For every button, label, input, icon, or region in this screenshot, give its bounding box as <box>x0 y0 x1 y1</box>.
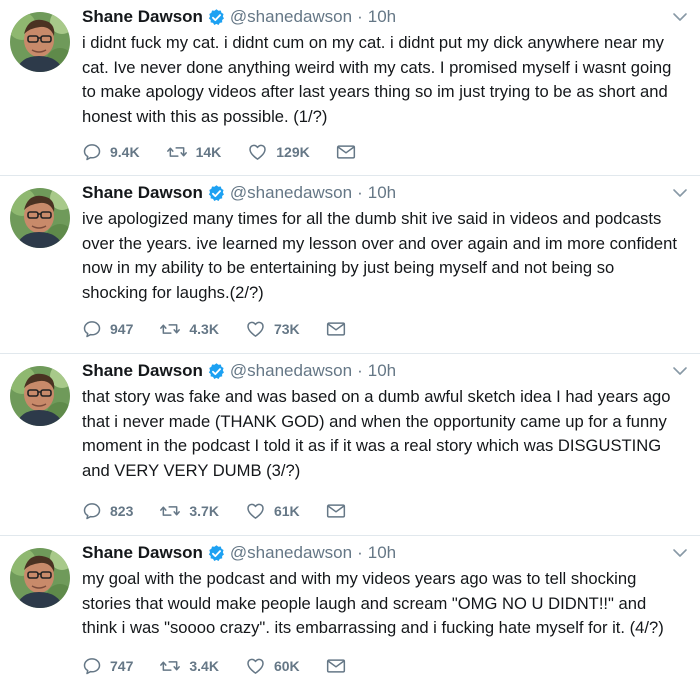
chevron-down-icon[interactable] <box>672 364 688 376</box>
header-separator: · <box>357 7 363 26</box>
retweet-icon <box>160 324 181 334</box>
tweet-text: that story was fake and was based on a d… <box>82 387 671 480</box>
user-handle[interactable]: @shanedawson <box>230 4 352 30</box>
display-name[interactable]: Shane Dawson <box>82 358 203 384</box>
reply-icon <box>83 321 101 338</box>
user-handle[interactable]: @shanedawson <box>230 180 352 206</box>
display-name[interactable]: Shane Dawson <box>82 4 203 30</box>
verified-badge-icon <box>207 8 226 27</box>
display-name[interactable]: Shane Dawson <box>82 540 203 566</box>
direct-message-button[interactable] <box>336 143 364 161</box>
reply-icon <box>83 503 101 520</box>
retweet-icon <box>160 506 181 516</box>
avatar-image <box>10 366 70 426</box>
tweet[interactable]: Shane Dawson @shanedawson · 10h ive apol… <box>0 176 700 354</box>
heart-icon <box>247 321 264 337</box>
verified-badge-icon <box>207 362 226 381</box>
header-separator: · <box>357 361 363 380</box>
user-handle[interactable]: @shanedawson <box>230 540 352 566</box>
avatar[interactable] <box>10 548 70 608</box>
tweet-feed: Shane Dawson @shanedawson · 10h i didnt … <box>0 0 700 683</box>
chevron-down-icon[interactable] <box>672 10 688 22</box>
heart-icon <box>249 144 267 160</box>
header-separator: · <box>357 543 363 562</box>
tweet[interactable]: Shane Dawson @shanedawson · 10h my goal … <box>0 536 700 683</box>
verified-badge-icon <box>207 544 226 563</box>
retweet-count: 3.4K <box>189 658 219 674</box>
chevron-down-icon[interactable] <box>672 546 688 558</box>
retweet-count: 4.3K <box>189 321 219 337</box>
tweet-header: Shane Dawson @shanedawson · 10h <box>82 540 396 566</box>
verified-badge-icon <box>207 184 226 203</box>
timestamp[interactable]: 10h <box>368 4 396 30</box>
timestamp[interactable]: 10h <box>368 358 396 384</box>
tweet-actions: 823 3.7K 61K <box>82 500 380 522</box>
direct-message-button[interactable] <box>326 502 354 520</box>
retweet-count: 3.7K <box>189 503 219 519</box>
reply-button[interactable]: 947 <box>82 319 133 339</box>
like-count: 60K <box>273 658 300 674</box>
avatar-image <box>10 12 70 72</box>
tweet-header: Shane Dawson @shanedawson · 10h <box>82 180 396 206</box>
avatar-image <box>10 548 70 608</box>
timestamp[interactable]: 10h <box>368 180 396 206</box>
heart-icon <box>247 503 264 519</box>
retweet-button[interactable]: 3.7K <box>159 501 219 521</box>
avatar-image <box>10 188 70 248</box>
header-separator: · <box>357 183 363 202</box>
like-button[interactable]: 73K <box>245 319 300 339</box>
envelope-icon <box>336 145 355 159</box>
reply-icon <box>83 658 101 675</box>
reply-count: 9.4K <box>110 144 140 160</box>
tweet-text: ive apologized many times for all the du… <box>82 209 677 302</box>
reply-button[interactable]: 823 <box>82 501 133 521</box>
envelope-icon <box>326 322 345 336</box>
reply-count: 823 <box>110 503 134 519</box>
avatar[interactable] <box>10 188 70 248</box>
tweet-text: my goal with the podcast and with my vid… <box>82 569 664 637</box>
retweet-button[interactable]: 4.3K <box>159 319 219 339</box>
reply-icon <box>83 144 101 161</box>
like-count: 73K <box>273 321 300 337</box>
reply-count: 747 <box>110 658 134 674</box>
chevron-down-icon[interactable] <box>672 186 688 198</box>
reply-count: 947 <box>110 321 134 337</box>
retweet-button[interactable]: 14K <box>166 142 222 162</box>
tweet-actions: 747 3.4K 60K <box>82 655 380 677</box>
envelope-icon <box>326 659 345 673</box>
direct-message-button[interactable] <box>326 657 354 675</box>
envelope-icon <box>326 504 345 518</box>
tweet-actions: 947 4.3K 73K <box>82 318 380 340</box>
display-name[interactable]: Shane Dawson <box>82 180 203 206</box>
timestamp[interactable]: 10h <box>368 540 396 566</box>
tweet-header: Shane Dawson @shanedawson · 10h <box>82 4 396 30</box>
retweet-count: 14K <box>195 144 222 160</box>
retweet-button[interactable]: 3.4K <box>159 656 219 676</box>
tweet-header: Shane Dawson @shanedawson · 10h <box>82 358 396 384</box>
reply-button[interactable]: 747 <box>82 656 133 676</box>
retweet-icon <box>166 147 187 157</box>
tweet-text: i didnt fuck my cat. i didnt cum on my c… <box>82 33 672 126</box>
tweet[interactable]: Shane Dawson @shanedawson · 10h i didnt … <box>0 0 700 176</box>
like-button[interactable]: 60K <box>245 656 300 676</box>
like-button[interactable]: 129K <box>247 142 310 162</box>
direct-message-button[interactable] <box>326 320 354 338</box>
reply-button[interactable]: 9.4K <box>82 142 140 162</box>
like-count: 61K <box>273 503 300 519</box>
avatar[interactable] <box>10 366 70 426</box>
retweet-icon <box>160 661 181 671</box>
like-button[interactable]: 61K <box>245 501 300 521</box>
tweet[interactable]: Shane Dawson @shanedawson · 10h that sto… <box>0 354 700 536</box>
avatar[interactable] <box>10 12 70 72</box>
heart-icon <box>247 658 264 674</box>
tweet-actions: 9.4K 14K 129K <box>82 141 390 163</box>
like-count: 129K <box>276 144 310 160</box>
user-handle[interactable]: @shanedawson <box>230 358 352 384</box>
